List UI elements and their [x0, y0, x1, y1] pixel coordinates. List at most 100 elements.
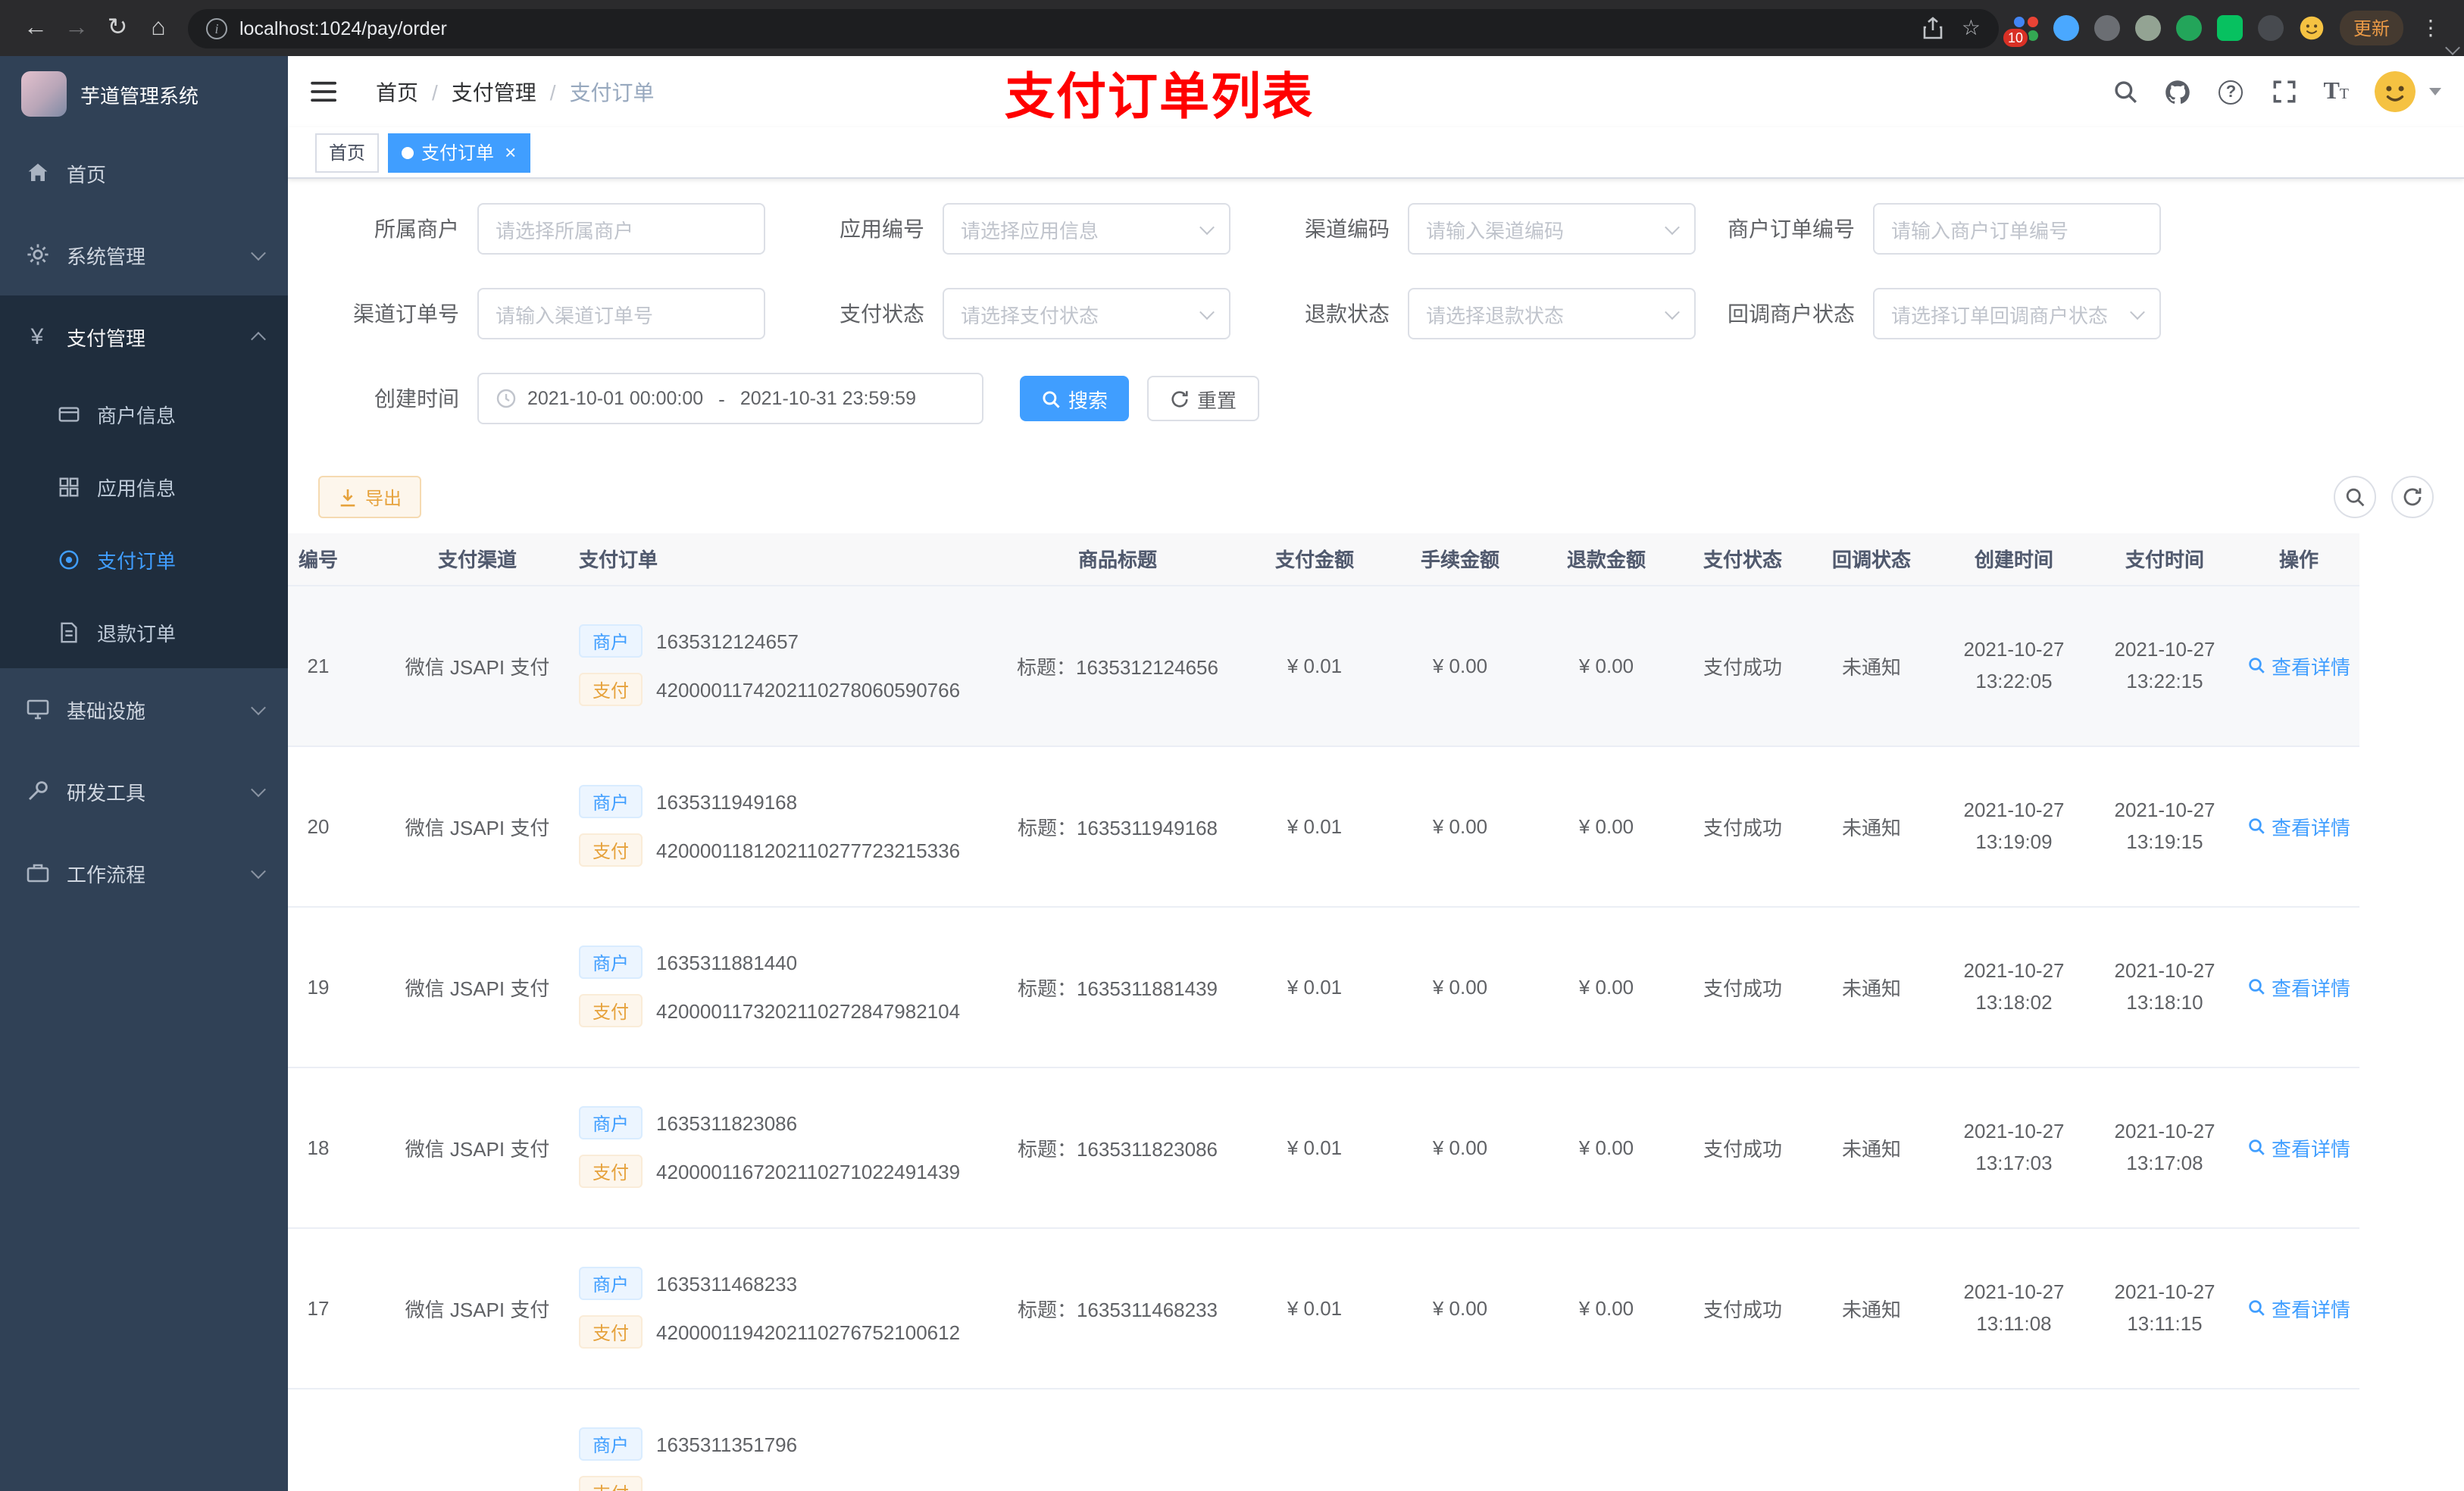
cell-fee: ¥ 0.00 [1387, 746, 1534, 907]
user-avatar[interactable] [2375, 71, 2416, 112]
channel-code-select[interactable]: 请输入渠道编码 [1408, 203, 1696, 255]
sidebar-item-infrastructure[interactable]: 基础设施 [0, 668, 288, 750]
view-detail-link[interactable]: 查看详情 [2247, 972, 2350, 1001]
channel-order-no-input[interactable]: 请输入渠道订单号 [477, 288, 765, 339]
table-row[interactable]: 20 微信 JSAPI 支付 商户 1635311949168 支付 4200001… [288, 746, 2359, 907]
cell-id: 21 [288, 585, 394, 746]
cell-id: 17 [288, 1227, 394, 1389]
table-row[interactable]: 19 微信 JSAPI 支付 商户 1635311881440 支付 4200001… [288, 906, 2359, 1067]
callback-status-select[interactable]: 请选择订单回调商户状态 [1873, 288, 2161, 339]
app-select[interactable]: 请选择应用信息 [943, 203, 1230, 255]
extension-icon[interactable] [2175, 15, 2202, 41]
cell-notify: 未通知 [1806, 1227, 1937, 1389]
font-size-icon[interactable]: TT [2323, 78, 2349, 105]
col-status: 支付状态 [1679, 533, 1806, 586]
cell-channel: 微信 JSAPI 支付 [394, 585, 561, 746]
col-actions: 操作 [2238, 533, 2359, 586]
extension-icon[interactable] [2093, 15, 2120, 41]
sidebar-item-workflow[interactable]: 工作流程 [0, 832, 288, 914]
url-text[interactable]: localhost:1024/pay/order [239, 17, 447, 39]
merchant-order-no-input[interactable]: 请输入商户订单编号 [1873, 203, 2161, 255]
browser-profile-avatar[interactable] [2299, 15, 2325, 41]
cell-notify: 未通知 [1806, 746, 1937, 907]
browser-update-button[interactable]: 更新 [2339, 11, 2403, 45]
wechat-devtools-extension-icon[interactable] [2216, 15, 2243, 41]
browser-forward-icon[interactable]: → [56, 8, 97, 48]
grid-icon [58, 475, 80, 498]
export-button[interactable]: 导出 [318, 476, 422, 518]
view-detail-link[interactable]: 查看详情 [2247, 811, 2350, 840]
extension-icon[interactable] [2257, 15, 2284, 41]
header-search-icon[interactable] [2111, 78, 2138, 105]
user-menu-caret-icon[interactable] [2429, 88, 2441, 95]
fullscreen-icon[interactable] [2270, 78, 2297, 105]
merchant-select[interactable]: 请选择所属商户 [477, 203, 765, 255]
breadcrumb-section[interactable]: 支付管理 [452, 77, 536, 107]
sidebar-item-home[interactable]: 首页 [0, 132, 288, 214]
sidebar-item-pay-order[interactable]: 支付订单 [0, 523, 288, 595]
sidebar-item-devtools[interactable]: 研发工具 [0, 750, 288, 832]
reset-button[interactable]: 重置 [1147, 376, 1260, 421]
cell-pay-order: 商户1635311351796 支付 [561, 1388, 993, 1491]
refund-status-select[interactable]: 请选择退款状态 [1408, 288, 1696, 339]
github-icon[interactable] [2164, 78, 2191, 105]
help-icon[interactable]: ? [2217, 78, 2244, 105]
search-button[interactable]: 搜索 [1020, 376, 1130, 421]
site-info-icon[interactable]: i [206, 17, 227, 39]
cell-fee: ¥ 0.00 [1387, 906, 1534, 1067]
cell-status: 支付成功 [1679, 746, 1806, 907]
bookmark-star-icon[interactable]: ☆ [1962, 15, 1981, 41]
cell-channel: 微信 JSAPI 支付 [394, 906, 561, 1067]
browser-reload-icon[interactable]: ↻ [97, 8, 138, 48]
view-detail-link[interactable]: 查看详情 [2247, 1293, 2350, 1322]
create-time-range-picker[interactable]: 2021-10-01 00:00:00 - 2021-10-31 23:59:5… [477, 373, 983, 424]
browser-back-icon[interactable]: ← [15, 8, 56, 48]
tab-pay-order[interactable]: 支付订单 × [388, 133, 530, 172]
sidebar-item-merchant-info[interactable]: 商户信息 [0, 377, 288, 450]
cell-amount: ¥ 0.01 [1243, 1227, 1387, 1389]
view-detail-link[interactable]: 查看详情 [2247, 1133, 2350, 1161]
refresh-button[interactable] [2391, 476, 2434, 518]
browser-chrome: ← → ↻ ⌂ i localhost:1024/pay/order ☆ 10 [0, 0, 2464, 56]
pay-tag: 支付 [579, 673, 643, 706]
sidebar-toggle[interactable] [311, 80, 339, 103]
cell-pay-time: 2021-10-27 13:11:15 [2091, 1227, 2238, 1389]
browser-menu-icon[interactable]: ⋮ [2419, 15, 2443, 41]
view-detail-link[interactable]: 查看详情 [2247, 651, 2350, 680]
sidebar-item-payment[interactable]: ¥ 支付管理 [0, 295, 288, 377]
extension-icon[interactable] [2134, 15, 2161, 41]
col-id: 编号 [288, 533, 394, 586]
browser-home-icon[interactable]: ⌂ [138, 8, 179, 48]
home-icon [24, 160, 50, 186]
table-row[interactable]: 商户1635311351796 支付 [288, 1388, 2359, 1491]
sidebar-item-system[interactable]: 系统管理 [0, 214, 288, 295]
record-circle-icon [58, 548, 80, 570]
document-icon [58, 620, 80, 643]
col-refund: 退款金额 [1534, 533, 1679, 586]
toggle-search-button[interactable] [2334, 476, 2376, 518]
sidebar-item-app-info[interactable]: 应用信息 [0, 450, 288, 523]
cell-create-time: 2021-10-27 13:18:02 [1937, 906, 2091, 1067]
address-bar[interactable]: i localhost:1024/pay/order ☆ [188, 8, 1999, 48]
breadcrumb-home[interactable]: 首页 [376, 77, 418, 107]
table-row[interactable]: 17 微信 JSAPI 支付 商户 1635311468233 支付 4200001… [288, 1227, 2359, 1389]
cell-id: 20 [288, 746, 394, 907]
extension-dots-icon[interactable]: 10 [2001, 16, 2038, 48]
chevron-down-icon [251, 699, 266, 715]
app-logo[interactable]: 芋道管理系统 [0, 56, 288, 132]
tab-close-icon[interactable]: × [505, 142, 516, 162]
cell-notify: 未通知 [1806, 906, 1937, 1067]
merchant-tag: 商户 [579, 624, 643, 658]
pay-tag: 支付 [579, 833, 643, 867]
extension-icon[interactable] [2053, 15, 2079, 41]
cell-status: 支付成功 [1679, 1067, 1806, 1228]
pay-tag: 支付 [579, 994, 643, 1027]
table-row[interactable]: 21 微信 JSAPI 支付 商户 1635312124657 支付 4200001… [288, 585, 2359, 746]
cell-channel: 微信 JSAPI 支付 [394, 1227, 561, 1389]
share-icon[interactable] [1924, 17, 1943, 39]
table-row[interactable]: 18 微信 JSAPI 支付 商户 1635311823086 支付 4200001… [288, 1067, 2359, 1228]
pay-status-select[interactable]: 请选择支付状态 [943, 288, 1230, 339]
sidebar-item-refund-order[interactable]: 退款订单 [0, 595, 288, 668]
cell-actions: 查看详情 [2238, 746, 2359, 907]
tab-home[interactable]: 首页 [315, 133, 380, 172]
